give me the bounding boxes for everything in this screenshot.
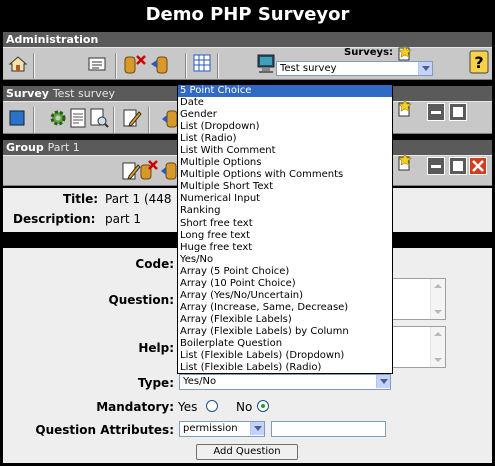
dropdown-option[interactable]: Array (Flexible Labels) by Column xyxy=(178,326,392,338)
square-icon[interactable] xyxy=(9,110,25,130)
dropdown-option[interactable]: Multiple Options xyxy=(178,157,392,169)
code-label: Code: xyxy=(135,257,174,271)
dropdown-option[interactable]: Array (Flexible Labels) xyxy=(178,314,392,326)
question-attributes-input[interactable] xyxy=(271,421,386,437)
dropdown-option[interactable]: Array (10 Point Choice) xyxy=(178,278,392,290)
administration-header-label: Administration xyxy=(6,33,99,46)
database-arrow-icon[interactable] xyxy=(149,53,173,79)
type-select-value: Yes/No xyxy=(183,376,217,387)
survey-select[interactable]: Test survey xyxy=(276,61,433,76)
description-label: Description: xyxy=(13,212,96,226)
dropdown-option[interactable]: Multiple Options with Comments xyxy=(178,169,392,181)
type-label: Type: xyxy=(137,376,174,390)
dropdown-option[interactable]: Ranking xyxy=(178,205,392,217)
help-icon[interactable]: ? xyxy=(469,50,489,78)
scrollbar[interactable] xyxy=(430,279,445,319)
add-question-button[interactable]: Add Question xyxy=(196,444,298,460)
dropdown-option[interactable]: Array (5 Point Choice) xyxy=(178,266,392,278)
dropdown-option[interactable]: List (Flexible Labels) (Dropdown) xyxy=(178,350,392,362)
document-icon[interactable] xyxy=(69,107,87,133)
mandatory-no-label: No xyxy=(236,400,253,414)
question-attributes-value: permission xyxy=(183,423,238,434)
home-icon[interactable] xyxy=(8,54,28,78)
title-label: Title: xyxy=(63,192,99,206)
surveys-label: Surveys: xyxy=(344,47,394,58)
dropdown-option[interactable]: Long free text xyxy=(178,230,392,242)
dropdown-option[interactable]: Array (Increase, Same, Decrease) xyxy=(178,302,392,314)
restore-button[interactable] xyxy=(449,103,467,121)
arrow-icon[interactable] xyxy=(160,161,178,185)
title-value: Part 1 (448 xyxy=(105,192,172,206)
question-attributes-select[interactable]: permission xyxy=(179,421,265,437)
grid-icon[interactable] xyxy=(192,53,212,77)
add-group-icon[interactable] xyxy=(395,99,413,121)
mandatory-yes-label: Yes xyxy=(178,400,198,414)
type-dropdown-list[interactable]: 5 Point Choice Date Gender List (Dropdown) L… xyxy=(177,84,393,374)
add-question-icon[interactable] xyxy=(395,153,413,175)
minimize-button[interactable] xyxy=(427,157,445,175)
dropdown-option[interactable]: Array (Yes/No/Uncertain) xyxy=(178,290,392,302)
survey-header-label: Survey xyxy=(6,87,49,100)
administration-header: Administration xyxy=(3,32,492,47)
group-header-label: Group xyxy=(6,141,44,154)
question-label: Question: xyxy=(108,293,174,307)
chevron-down-icon[interactable] xyxy=(418,62,432,75)
edit-icon[interactable] xyxy=(121,160,141,186)
dropdown-option[interactable]: List (Dropdown) xyxy=(178,121,392,133)
chevron-down-icon[interactable] xyxy=(250,422,264,435)
database-delete-icon[interactable] xyxy=(123,53,147,79)
help-label: Help: xyxy=(138,341,174,355)
close-button[interactable] xyxy=(469,157,487,175)
terminal-icon[interactable] xyxy=(256,53,276,79)
mandatory-yes-radio[interactable] xyxy=(206,400,218,412)
chevron-down-icon[interactable] xyxy=(376,375,390,388)
dropdown-option[interactable]: 5 Point Choice xyxy=(178,85,392,98)
question-textarea[interactable] xyxy=(392,278,446,320)
dropdown-option[interactable]: Short free text xyxy=(178,218,392,230)
dropdown-option[interactable]: Gender xyxy=(178,109,392,121)
scrollbar[interactable] xyxy=(430,327,445,367)
dropdown-option[interactable]: Yes/No xyxy=(178,254,392,266)
type-select[interactable]: Yes/No xyxy=(179,374,391,390)
dropdown-option[interactable]: Boilerplate Question xyxy=(178,338,392,350)
dropdown-option[interactable]: Date xyxy=(178,97,392,109)
dropdown-option[interactable]: Multiple Short Text xyxy=(178,181,392,193)
dropdown-option[interactable]: Huge free text xyxy=(178,242,392,254)
mandatory-label: Mandatory: xyxy=(96,400,174,414)
delete-icon[interactable] xyxy=(139,159,159,185)
close-icon xyxy=(472,160,484,172)
svg-text:?: ? xyxy=(474,53,483,72)
survey-select-value: Test survey xyxy=(280,63,337,74)
help-textarea[interactable] xyxy=(392,326,446,368)
dropdown-option[interactable]: Numerical Input xyxy=(178,193,392,205)
question-attributes-label: Question Attributes: xyxy=(35,423,174,437)
dropdown-option[interactable]: List (Flexible Labels) (Radio) xyxy=(178,362,392,374)
survey-header-name: Test survey xyxy=(52,87,115,100)
dropdown-option[interactable]: List With Comment xyxy=(178,145,392,157)
mandatory-no-radio[interactable] xyxy=(257,400,269,412)
list-icon[interactable] xyxy=(87,54,107,78)
edit-icon[interactable] xyxy=(122,107,142,133)
gear-icon[interactable] xyxy=(48,108,68,132)
group-header-name: Part 1 xyxy=(47,141,80,154)
page-title: Demo PHP Surveyor xyxy=(0,0,495,30)
description-value: part 1 xyxy=(105,212,142,226)
restore-button[interactable] xyxy=(449,157,467,175)
document-search-icon[interactable] xyxy=(89,107,109,133)
minimize-button[interactable] xyxy=(427,103,445,121)
dropdown-option[interactable]: List (Radio) xyxy=(178,133,392,145)
